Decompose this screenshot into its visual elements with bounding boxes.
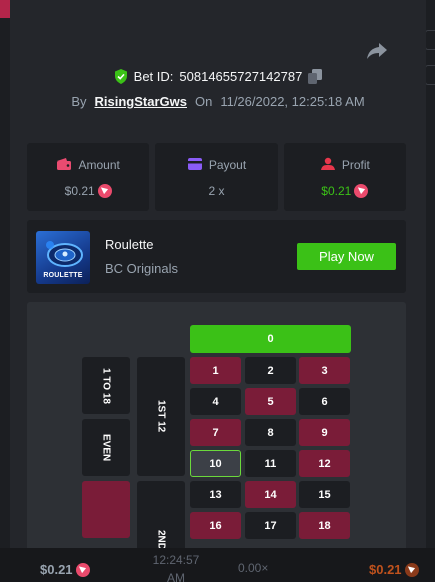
bet-id-label: Bet ID: [133,69,174,84]
roulette-cell-8[interactable]: 8 [245,419,296,446]
by-label: By [71,94,87,109]
roulette-cell-4[interactable]: 4 [190,388,241,415]
footer-time: 12:24:57 AM [152,553,200,582]
side-label: 2ND [155,530,167,548]
roulette-cell-18[interactable]: 18 [299,512,350,539]
profit-icon [320,157,336,174]
bet-stats: Amount $0.21 Payout 2 x Profit $0.21 [27,143,406,211]
stat-profit-label: Profit [341,158,370,172]
tron-coin-icon [354,183,369,198]
username-link[interactable]: RisingStarGws [95,94,187,109]
roulette-cell-9[interactable]: 9 [299,419,350,446]
bet-2nd-12[interactable]: 2ND [137,481,185,548]
bet-1st-12[interactable]: 1ST 12 [137,357,185,476]
roulette-cell-10[interactable]: 10 [190,450,241,477]
share-icon[interactable] [365,40,389,62]
footer-profit: $0.21 [369,562,419,577]
bet-id-value: 50814655727142787 [179,69,303,84]
bet-red[interactable] [82,481,130,538]
roulette-cell-16[interactable]: 16 [190,512,241,539]
tron-coin-icon [404,562,419,577]
tron-coin-icon [97,183,112,198]
stat-payout: Payout 2 x [155,143,278,211]
roulette-cell-zero[interactable]: 0 [190,325,351,353]
footer-right-amount: $0.21 [369,562,402,577]
roulette-cell-14[interactable]: 14 [245,481,296,508]
tron-coin-icon [75,562,90,577]
bet-details-modal: Bet ID: 50814655727142787 By RisingStarG… [10,0,426,548]
backdrop-red-edge [0,0,10,18]
bet-id-row: Bet ID: 50814655727142787 [10,69,426,84]
stat-amount: Amount $0.21 [27,143,150,211]
wallet-icon [56,157,72,174]
roulette-cell-12[interactable]: 12 [299,450,350,477]
bet-even[interactable]: EVEN [82,419,130,476]
stat-payout-value: 2 x [208,183,225,198]
footer-multiplier: 0.00× [238,561,269,575]
roulette-cell-5[interactable]: 5 [245,388,296,415]
roulette-cell-17[interactable]: 17 [245,512,296,539]
roulette-cell-7[interactable]: 7 [190,419,241,446]
shield-check-icon [114,69,128,84]
side-label: 1ST 12 [155,400,167,433]
game-name: Roulette [105,237,154,252]
play-now-button[interactable]: Play Now [297,243,396,270]
game-info-card: ROULETTE Roulette BC Originals Play Now [27,220,406,293]
bet-meta-row: By RisingStarGws On 11/26/2022, 12:25:18… [10,94,426,109]
stat-amount-value: $0.21 [64,183,95,198]
stat-payout-label: Payout [208,158,247,172]
game-thumbnail[interactable]: ROULETTE [36,231,90,284]
game-thumbnail-text: ROULETTE [43,272,83,279]
roulette-cell-15[interactable]: 15 [299,481,350,508]
footer-bet-amount: $0.21 [40,562,90,577]
backdrop-edge-button [425,30,435,50]
side-label: EVEN [100,433,112,462]
roulette-board: 0 1 2 3 4 5 6 7 8 9 10 11 12 13 14 15 16 17 18 1 TO 18 EV… [27,302,406,548]
side-label: 1 TO 18 [100,367,112,404]
roulette-cell-13[interactable]: 13 [190,481,241,508]
payout-icon [187,157,203,174]
roulette-cell-6[interactable]: 6 [299,388,350,415]
game-provider: BC Originals [105,261,178,276]
stat-amount-label: Amount [78,158,120,172]
on-label: On [194,94,213,109]
roulette-cell-1[interactable]: 1 [190,357,241,384]
footer-left-amount: $0.21 [40,562,73,577]
bet-1-to-18[interactable]: 1 TO 18 [82,357,130,414]
roulette-cell-2[interactable]: 2 [245,357,296,384]
bets-list-footer-row: $0.21 12:24:57 AM 0.00× $0.21 [0,548,435,582]
backdrop-edge-button [425,65,435,85]
bet-datetime: 11/26/2022, 12:25:18 AM [220,94,365,109]
roulette-cell-3[interactable]: 3 [299,357,350,384]
stat-profit-value: $0.21 [321,183,352,198]
copy-icon[interactable] [308,69,323,84]
roulette-cell-11[interactable]: 11 [245,450,296,477]
stat-profit: Profit $0.21 [283,143,406,211]
